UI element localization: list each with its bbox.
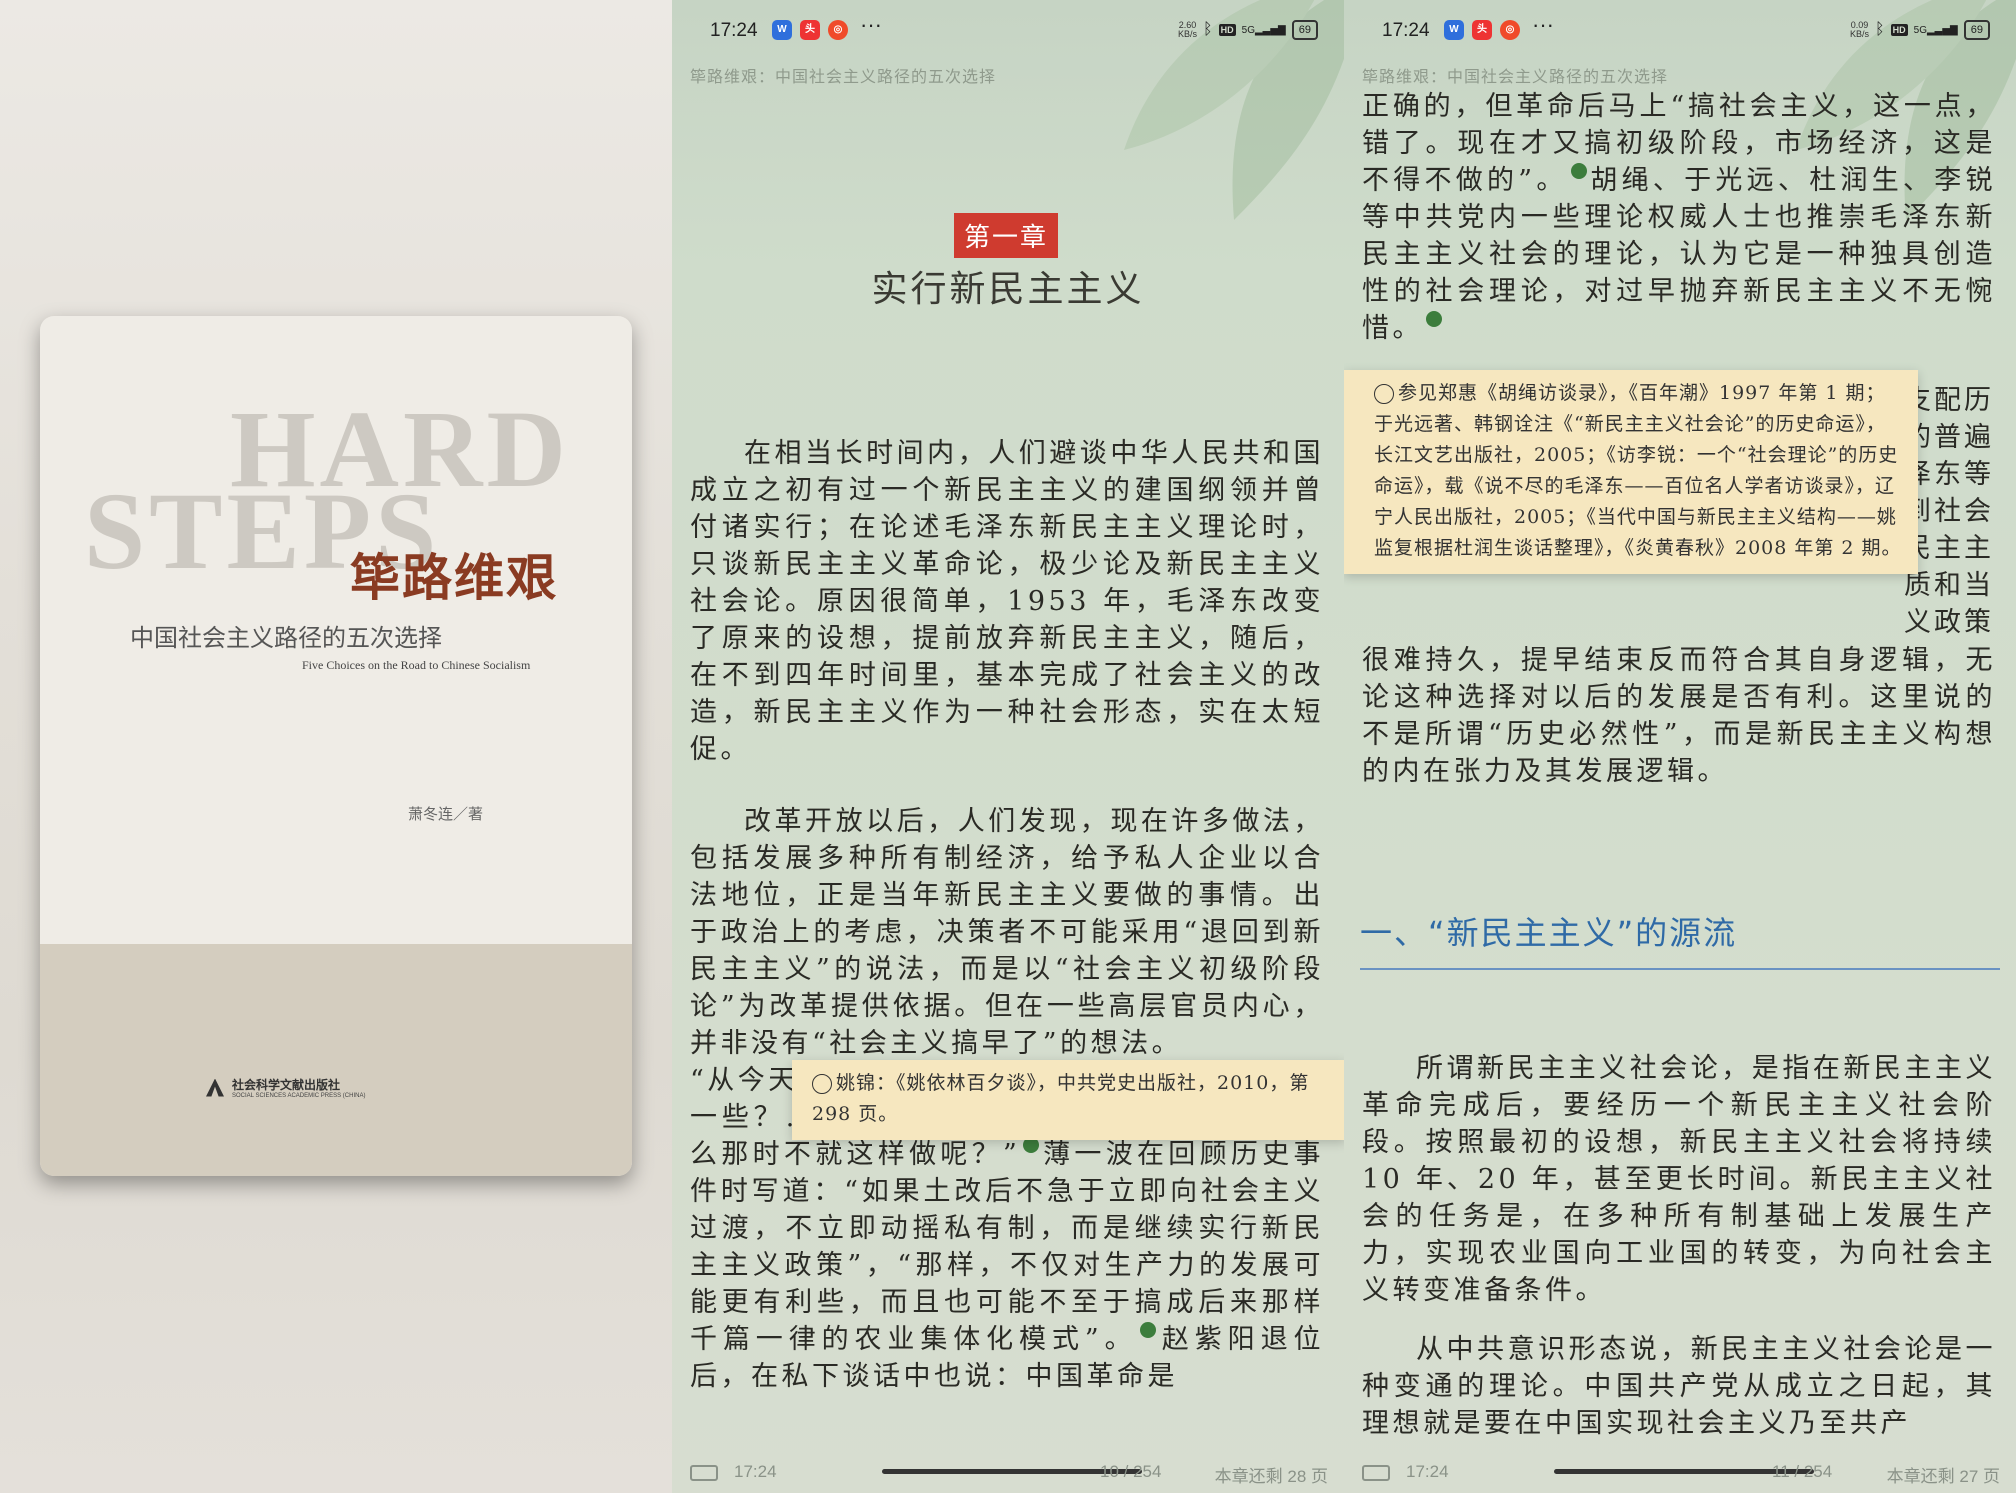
camera-app-icon: ◎ [828, 20, 848, 40]
network-speed: 0.09 KB/s [1850, 20, 1870, 39]
reader-page-section[interactable]: 17:24 W 头 ◎ ··· 0.09 KB/s ᛒ HD 5G▂▃▅▇ 69 … [1344, 0, 2016, 1493]
battery-small-icon [1362, 1465, 1390, 1481]
section-heading: 一、“新民主主义”的源流 [1360, 908, 2000, 970]
more-notifications-icon: ··· [860, 12, 882, 37]
hd-voice-icon: HD [1890, 24, 1908, 36]
signal-icon: 5G▂▃▅▇ [1913, 24, 1958, 36]
page-number: 10 / 254 [1100, 1462, 1162, 1481]
cover-title: 筚路维艰 [350, 549, 558, 607]
battery-icon: 69 [1291, 20, 1318, 40]
body-text-top[interactable]: 正确的，但革命后马上“搞社会主义，这一点，错了。现在才又搞初级阶段，市场经济，这… [1362, 88, 1996, 347]
chapter-title: 实行新民主主义 [871, 269, 1145, 310]
notification-app-icon: W [1444, 20, 1464, 40]
paragraph: 正确的，但革命后马上“搞社会主义，这一点，错了。现在才又搞初级阶段，市场经济，这… [1362, 91, 1996, 344]
status-right-group: 2.60 KB/s ᛒ HD 5G▂▃▅▇ 69 [1178, 20, 1318, 40]
footnote-popup[interactable]: 参见郑惠《胡绳访谈录》，《百年潮》1997 年第 1 期；于光远著、韩钢诠注《“… [1344, 370, 1918, 574]
chapter-remaining: 本章还剩 27 页 [1886, 1467, 2000, 1486]
camera-app-icon: ◎ [1500, 20, 1520, 40]
chapter-remaining: 本章还剩 28 页 [1214, 1467, 1328, 1486]
reader-bottom-bar: 17:24 11 / 254 本章还剩 27 页 [1344, 1459, 2016, 1493]
paragraph: 在相当长时间内，人们避谈中华人民共和国成立之初有过一个新民主主义的建国纲领并曾付… [690, 438, 1324, 765]
more-notifications-icon: ··· [1532, 12, 1554, 37]
paragraph: 很难持久，提早结束反而符合其自身逻辑，无论这种选择对以后的发展是否有利。这里说的… [1362, 645, 1996, 787]
bluetooth-icon: ᛒ [1875, 21, 1885, 38]
footnote-circle-icon [1374, 384, 1394, 404]
status-time: 17:24 [1382, 20, 1430, 41]
publisher-logo: 社会科学文献出版社 SOCIAL SCIENCES ACADEMIC PRESS… [206, 1076, 365, 1099]
book-running-header: 筚路维艰：中国社会主义路径的五次选择 [1362, 67, 1669, 86]
battery-icon: 69 [1963, 20, 1990, 40]
footnote-text: 姚锦：《姚依林百夕谈》，中共党史出版社，2010，第 298 页。 [812, 1072, 1310, 1125]
status-right-group: 0.09 KB/s ᛒ HD 5G▂▃▅▇ 69 [1850, 20, 1990, 40]
footnote-marker-icon[interactable] [1140, 1322, 1157, 1338]
page-number: 11 / 254 [1772, 1462, 1833, 1481]
status-time: 17:24 [710, 20, 758, 41]
notification-app-icon: W [772, 20, 792, 40]
hd-voice-icon: HD [1218, 24, 1236, 36]
footnote-popup[interactable]: 姚锦：《姚依林百夕谈》，中共党史出版社，2010，第 298 页。 [792, 1060, 1344, 1140]
reader-bottom-bar: 17:24 10 / 254 本章还剩 28 页 [672, 1459, 1344, 1493]
cover-subtitle-en: Five Choices on the Road to Chinese Soci… [302, 658, 531, 672]
signal-icon: 5G▂▃▅▇ [1241, 24, 1286, 36]
news-app-icon: 头 [800, 20, 820, 40]
body-text-section[interactable]: 所谓新民主主义社会论，是指在新民主主义革命完成后，要经历一个新民主主义社会阶段。… [1362, 1050, 1996, 1442]
publisher-name: 社会科学文献出版社 [232, 1078, 341, 1092]
bluetooth-icon: ᛒ [1203, 21, 1213, 38]
cover-bottom-band [40, 944, 632, 1176]
status-bar: 17:24 W 头 ◎ ··· 0.09 KB/s ᛒ HD 5G▂▃▅▇ 69 [1344, 12, 2016, 48]
battery-small-icon [690, 1465, 718, 1481]
footnote-circle-icon [812, 1074, 832, 1094]
bottom-time: 17:24 [1406, 1462, 1449, 1481]
paragraph: 所谓新民主主义社会论，是指在新民主主义革命完成后，要经历一个新民主主义社会阶段。… [1362, 1053, 1996, 1306]
paragraph: 从中共意识形态说，新民主主义社会论是一种变通的理论。中国共产党从成立之日起，其理… [1362, 1334, 1996, 1439]
cover-pane: HARD STEPS 筚路维艰 中国社会主义路径的五次选择 Five Choic… [0, 0, 672, 1493]
body-text-mid[interactable]: 很难持久，提早结束反而符合其自身逻辑，无论这种选择对以后的发展是否有利。这里说的… [1362, 642, 1996, 790]
reader-page-chapter-start[interactable]: 17:24 W 头 ◎ ··· 2.60 KB/s ᛒ HD 5G▂▃▅▇ 69 … [672, 0, 1344, 1493]
news-app-icon: 头 [1472, 20, 1492, 40]
obscured-text-column: 支配历 的普遍 泽东等 到社会 民主主 质和当 义政策 [1904, 385, 1994, 638]
bottom-time: 17:24 [734, 1462, 777, 1481]
body-text[interactable]: 在相当长时间内，人们避谈中华人民共和国成立之初有过一个新民主主义的建国纲领并曾付… [690, 435, 1324, 768]
footnote-text: 参见郑惠《胡绳访谈录》，《百年潮》1997 年第 1 期；于光远著、韩钢诠注《“… [1374, 382, 1902, 559]
chapter-badge: 第一章 [954, 213, 1059, 258]
publisher-logo-icon [206, 1078, 224, 1097]
publisher-name-en: SOCIAL SCIENCES ACADEMIC PRESS (CHINA) [232, 1093, 366, 1099]
cover-subtitle: 中国社会主义路径的五次选择 [130, 624, 442, 652]
book-running-header: 筚路维艰：中国社会主义路径的五次选择 [690, 67, 997, 86]
footnote-marker-icon[interactable] [1570, 163, 1587, 179]
book-cover[interactable]: HARD STEPS 筚路维艰 中国社会主义路径的五次选择 Five Choic… [40, 316, 632, 1176]
footnote-marker-icon[interactable] [1426, 311, 1442, 327]
cover-author: 萧冬连／著 [408, 805, 484, 823]
network-speed: 2.60 KB/s [1178, 20, 1198, 39]
status-bar: 17:24 W 头 ◎ ··· 2.60 KB/s ᛒ HD 5G▂▃▅▇ 69 [672, 12, 1344, 48]
